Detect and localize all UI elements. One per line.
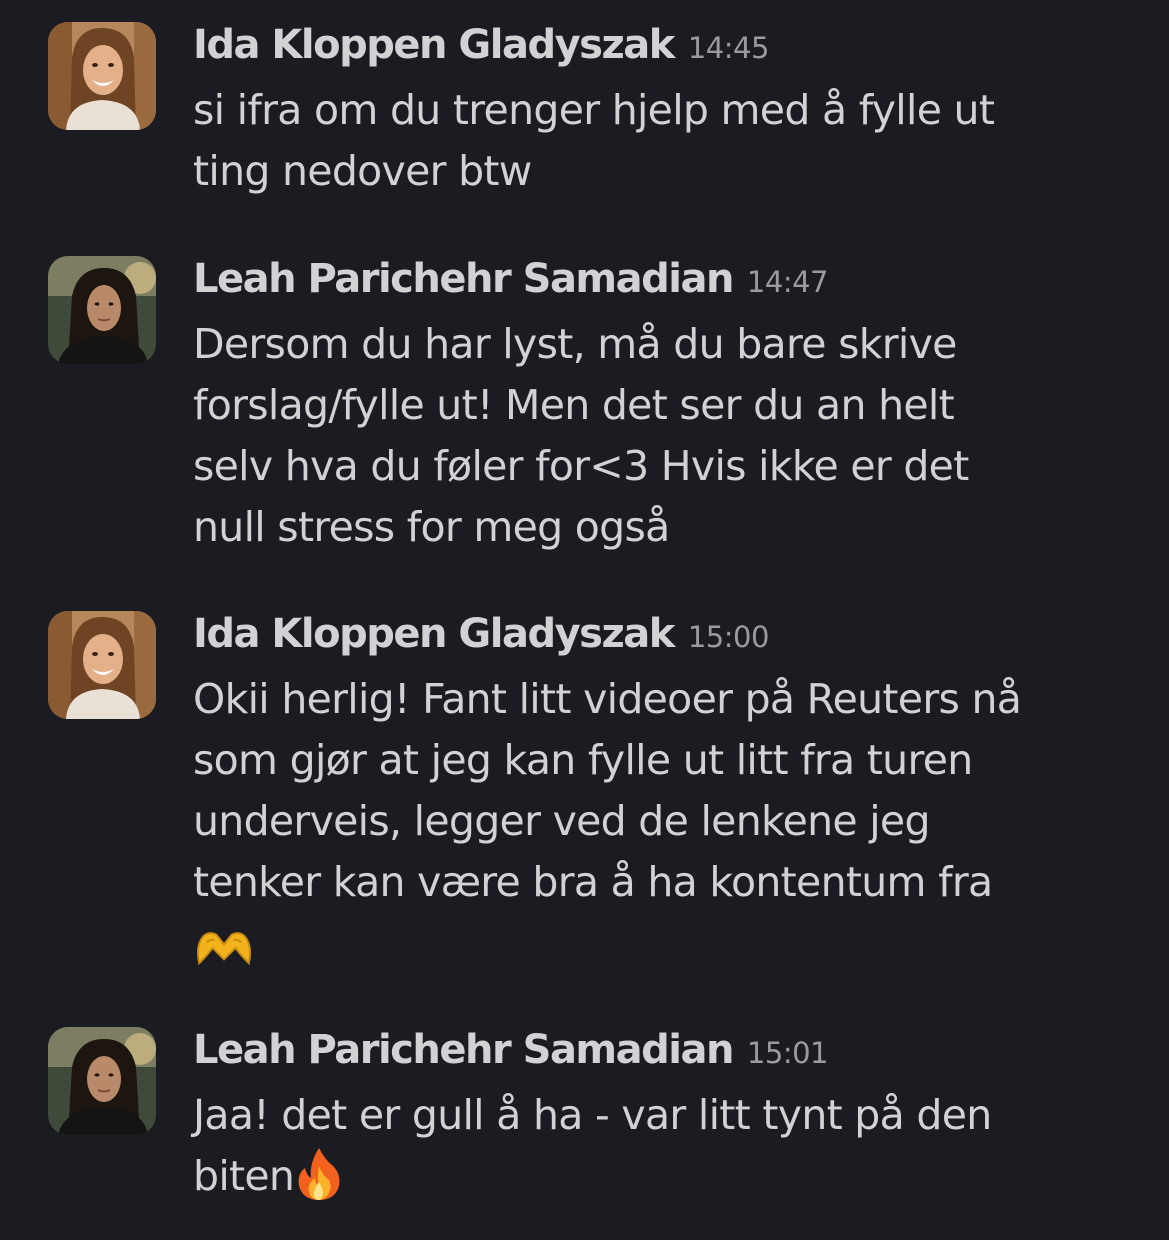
timestamp[interactable]: 15:01 (747, 1036, 829, 1070)
avatar[interactable] (48, 611, 156, 719)
ida-avatar-icon (48, 611, 156, 719)
sender-name[interactable]: Ida Kloppen Gladyszak (193, 611, 675, 657)
timestamp[interactable]: 14:47 (747, 265, 829, 299)
message-text: si ifra om du trenger hjelp med å fylle … (193, 80, 1133, 202)
avatar[interactable] (48, 256, 156, 364)
message-text-content: si ifra om du trenger hjelp med å fylle … (193, 86, 995, 195)
avatar[interactable] (48, 22, 156, 130)
ida-avatar-icon (48, 22, 156, 130)
heart-hands-emoji-icon (193, 927, 255, 969)
sender-name[interactable]: Leah Parichehr Samadian (193, 1027, 734, 1073)
sender-name[interactable]: Ida Kloppen Gladyszak (193, 22, 675, 68)
timestamp[interactable]: 14:45 (688, 31, 770, 65)
timestamp[interactable]: 15:00 (688, 620, 770, 654)
avatar[interactable] (48, 1027, 156, 1135)
message-text: Dersom du har lyst, må du bare skrive fo… (193, 314, 1133, 558)
message-text: Okii herlig! Fant litt videoer på Reuter… (193, 669, 1133, 974)
message-text: Jaa! det er gull å ha - var litt tynt på… (193, 1085, 1133, 1207)
leah-avatar-icon (48, 1027, 156, 1135)
leah-avatar-icon (48, 256, 156, 364)
message-text-content: Dersom du har lyst, må du bare skrive fo… (193, 320, 969, 551)
sender-name[interactable]: Leah Parichehr Samadian (193, 256, 734, 302)
message-text-content: Okii herlig! Fant litt videoer på Reuter… (193, 675, 1022, 906)
fire-emoji-icon (294, 1146, 344, 1202)
